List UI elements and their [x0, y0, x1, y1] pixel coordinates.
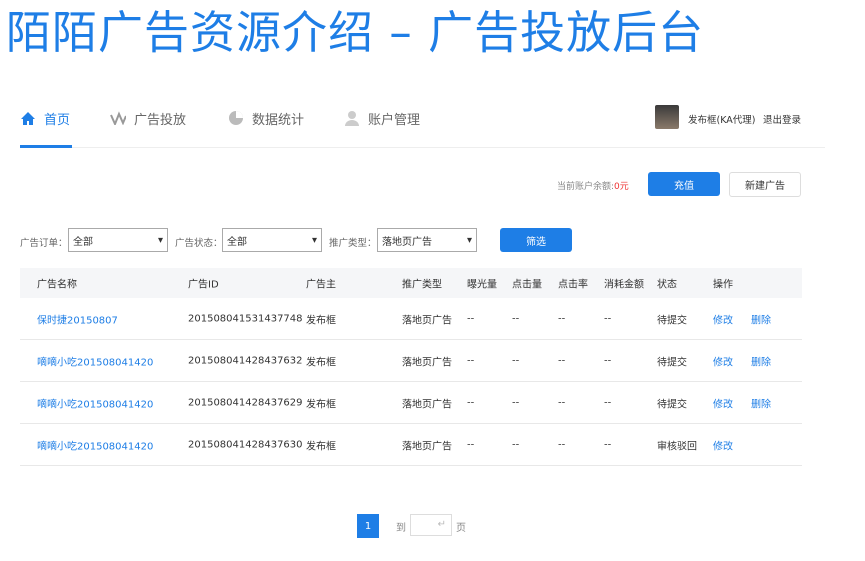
delete-link[interactable]: 删除 — [751, 395, 771, 410]
col-header: 广告名称 — [37, 279, 77, 291]
cell-exposure: -- — [467, 313, 475, 324]
col-header: 点击率 — [558, 279, 588, 291]
ad-name-link[interactable]: 嘀嘀小吃201508041420 — [37, 353, 153, 368]
nav-label: 首页 — [44, 112, 71, 128]
cell-exposure: -- — [467, 397, 475, 408]
dropdown-arrow-icon: ▾ — [157, 234, 163, 246]
table-row: 保时捷20150807 201508041531437748 发布框 落地页广告 -- -… — [20, 298, 802, 340]
edit-link[interactable]: 修改 — [713, 311, 733, 326]
new-ad-button[interactable]: 新建广告 — [729, 172, 801, 197]
cell-spend: -- — [604, 313, 612, 324]
delete-link[interactable]: 删除 — [751, 353, 771, 368]
goto-label: 到 — [396, 523, 406, 534]
cell-owner: 发布框 — [306, 441, 336, 452]
cell-type: 落地页广告 — [402, 315, 452, 326]
select-value: 落地页广告 — [382, 236, 432, 248]
page-label: 页 — [456, 523, 466, 534]
cell-owner: 发布框 — [306, 399, 336, 410]
col-header: 广告ID — [188, 279, 219, 291]
page-title: 陌陌广告资源介绍 – 广告投放后台 — [6, 6, 705, 59]
table-row: 嘀嘀小吃201508041420 201508041428437629 发布框 落地页… — [20, 382, 802, 424]
filter-label: 广告状态： — [175, 238, 223, 249]
enter-icon: ↵ — [437, 519, 446, 530]
cell-id: 201508041531437748 — [188, 313, 303, 324]
cell-status: 待提交 — [657, 357, 687, 368]
cell-exposure: -- — [467, 439, 475, 450]
col-header: 状态 — [657, 279, 677, 291]
select-value: 全部 — [73, 236, 93, 248]
col-header: 消耗金额 — [604, 279, 644, 291]
cell-id: 201508041428437630 — [188, 439, 303, 450]
balance-label: 当前账户余额: — [557, 182, 615, 192]
cell-clicks: -- — [512, 313, 520, 324]
cell-status: 审核驳回 — [657, 441, 697, 452]
nav-label: 账户管理 — [368, 112, 421, 128]
cell-owner: 发布框 — [306, 315, 336, 326]
cell-clicks: -- — [512, 397, 520, 408]
edit-link[interactable]: 修改 — [713, 353, 733, 368]
col-header: 点击量 — [512, 279, 542, 291]
nav-account[interactable]: 账户管理 — [344, 108, 420, 128]
cell-clicks: -- — [512, 439, 520, 450]
home-icon — [20, 110, 36, 126]
edit-link[interactable]: 修改 — [713, 437, 733, 452]
table-row: 嘀嘀小吃201508041420 201508041428437632 发布框 落地页… — [20, 340, 802, 382]
select-value: 全部 — [227, 236, 247, 248]
cell-spend: -- — [604, 397, 612, 408]
page-1-button[interactable]: 1 — [357, 514, 379, 538]
avatar[interactable] — [655, 105, 679, 129]
status-select[interactable]: 全部 ▾ — [222, 228, 322, 252]
user-name: 发布框(KA代理) — [688, 115, 756, 126]
edit-link[interactable]: 修改 — [713, 395, 733, 410]
ad-name-link[interactable]: 保时捷20150807 — [37, 311, 118, 326]
recharge-button[interactable]: 充值 — [648, 172, 720, 196]
col-header: 操作 — [713, 279, 733, 291]
page-input[interactable]: ↵ — [410, 514, 452, 536]
ad-name-link[interactable]: 嘀嘀小吃201508041420 — [37, 395, 153, 410]
pie-chart-icon — [228, 110, 244, 126]
cell-spend: -- — [604, 355, 612, 366]
delete-link[interactable]: 删除 — [751, 311, 771, 326]
cell-type: 落地页广告 — [402, 357, 452, 368]
col-header: 广告主 — [306, 279, 336, 291]
order-select[interactable]: 全部 ▾ — [68, 228, 168, 252]
nav-divider — [20, 147, 825, 148]
table-row: 嘀嘀小吃201508041420 201508041428437630 发布框 落地页… — [20, 424, 802, 466]
cell-ctr: -- — [558, 439, 566, 450]
pulse-icon — [110, 110, 126, 126]
cell-status: 待提交 — [657, 399, 687, 410]
filter-label: 广告订单： — [20, 238, 68, 249]
active-tab-indicator — [20, 145, 72, 148]
balance: 当前账户余额:0元 — [557, 179, 629, 192]
dropdown-arrow-icon: ▾ — [311, 234, 317, 246]
cell-ctr: -- — [558, 355, 566, 366]
cell-id: 201508041428437632 — [188, 355, 303, 366]
nav-label: 数据统计 — [252, 112, 305, 128]
col-header: 推广类型 — [402, 279, 442, 291]
logout-link[interactable]: 退出登录 — [763, 112, 801, 126]
nav-ad-delivery[interactable]: 广告投放 — [110, 108, 186, 128]
ad-name-link[interactable]: 嘀嘀小吃201508041420 — [37, 437, 153, 452]
cell-status: 待提交 — [657, 315, 687, 326]
user-icon — [344, 110, 360, 126]
nav-home[interactable]: 首页 — [20, 108, 70, 128]
cell-id: 201508041428437629 — [188, 397, 303, 408]
type-select[interactable]: 落地页广告 ▾ — [377, 228, 477, 252]
cell-clicks: -- — [512, 355, 520, 366]
table-header: 广告名称 广告ID 广告主 推广类型 曝光量 点击量 点击率 消耗金额 状态 操… — [20, 268, 802, 298]
cell-type: 落地页广告 — [402, 441, 452, 452]
dropdown-arrow-icon: ▾ — [466, 234, 472, 246]
nav-label: 广告投放 — [134, 112, 187, 128]
cell-spend: -- — [604, 439, 612, 450]
nav-statistics[interactable]: 数据统计 — [228, 108, 304, 128]
cell-ctr: -- — [558, 313, 566, 324]
cell-ctr: -- — [558, 397, 566, 408]
filter-button[interactable]: 筛选 — [500, 228, 572, 252]
cell-exposure: -- — [467, 355, 475, 366]
cell-type: 落地页广告 — [402, 399, 452, 410]
filter-label: 推广类型： — [329, 238, 377, 249]
cell-owner: 发布框 — [306, 357, 336, 368]
col-header: 曝光量 — [467, 279, 497, 291]
balance-amount: 0元 — [614, 182, 629, 192]
